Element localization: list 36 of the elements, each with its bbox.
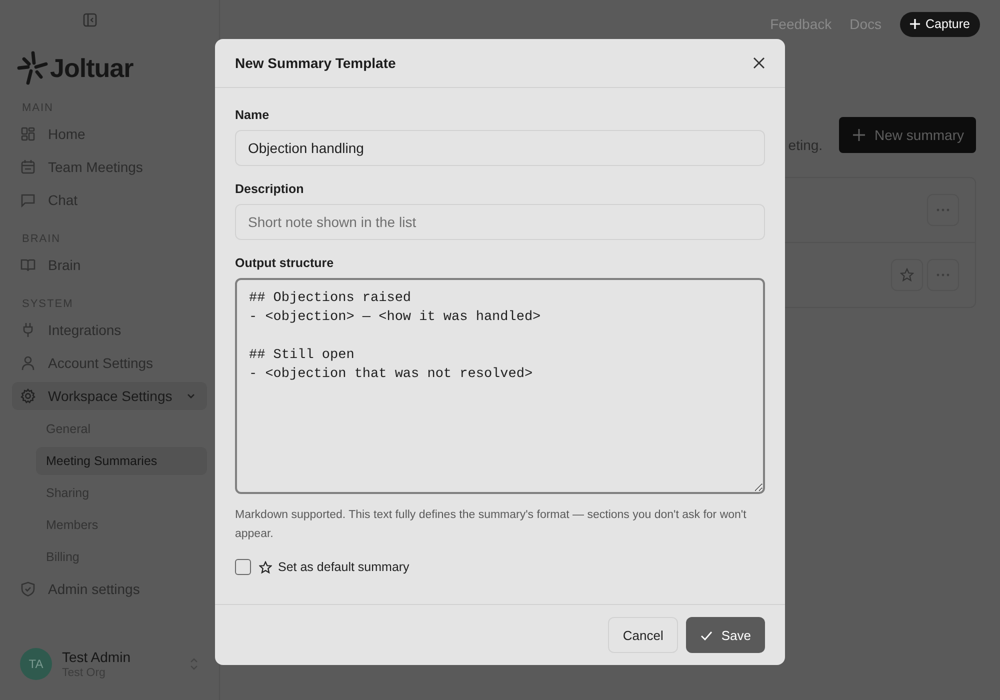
- star-icon: [900, 268, 914, 282]
- sidebar-item[interactable]: Workspace Settings: [12, 382, 207, 410]
- input-field[interactable]: Objection handling: [235, 130, 765, 166]
- close-icon[interactable]: [753, 57, 765, 69]
- calendar-icon: [20, 159, 36, 175]
- star-icon: [259, 560, 272, 574]
- grid-icon: [20, 126, 36, 142]
- set-default-button[interactable]: [891, 259, 923, 291]
- field-label: Name: [235, 108, 270, 122]
- dialog-title: New Summary Template: [235, 55, 396, 71]
- save-button[interactable]: Save: [686, 617, 765, 653]
- cancel-button[interactable]: Cancel: [608, 617, 678, 653]
- plus-icon: [910, 19, 920, 29]
- sidebar-toggle-icon[interactable]: [83, 13, 97, 27]
- more-button[interactable]: [927, 194, 959, 226]
- settings-icon: [20, 388, 36, 404]
- input-field[interactable]: Short note shown in the list: [235, 204, 765, 240]
- brand-name: Joltuar: [50, 52, 134, 84]
- person-icon: [20, 355, 36, 371]
- field-label: Description: [235, 182, 305, 196]
- sidebar-subitem[interactable]: Meeting Summaries: [36, 447, 207, 475]
- more-button[interactable]: [927, 259, 959, 291]
- checkbox-label: Set as default summary: [278, 560, 410, 574]
- avatar: TA: [20, 648, 52, 680]
- chat-icon: [20, 192, 36, 208]
- help-text: Markdown supported. This text fully defines the summary's format — sections you don't ask for won't appear.: [235, 508, 748, 542]
- user-name: Test Admin: [62, 649, 132, 665]
- field-label: Output structure: [235, 256, 335, 270]
- checkbox[interactable]: [235, 559, 251, 575]
- book-icon: [20, 257, 36, 273]
- plus-icon: [852, 129, 865, 141]
- output-structure-field[interactable]: ## Objections raised - <objection> — <how it was handled> ## Still open - <objection that was not resolved>: [235, 278, 765, 494]
- logo-icon: [16, 50, 48, 86]
- shield-icon: [20, 581, 36, 597]
- new-summary-button[interactable]: New summary: [838, 117, 976, 153]
- capture-button[interactable]: Capture: [900, 12, 980, 36]
